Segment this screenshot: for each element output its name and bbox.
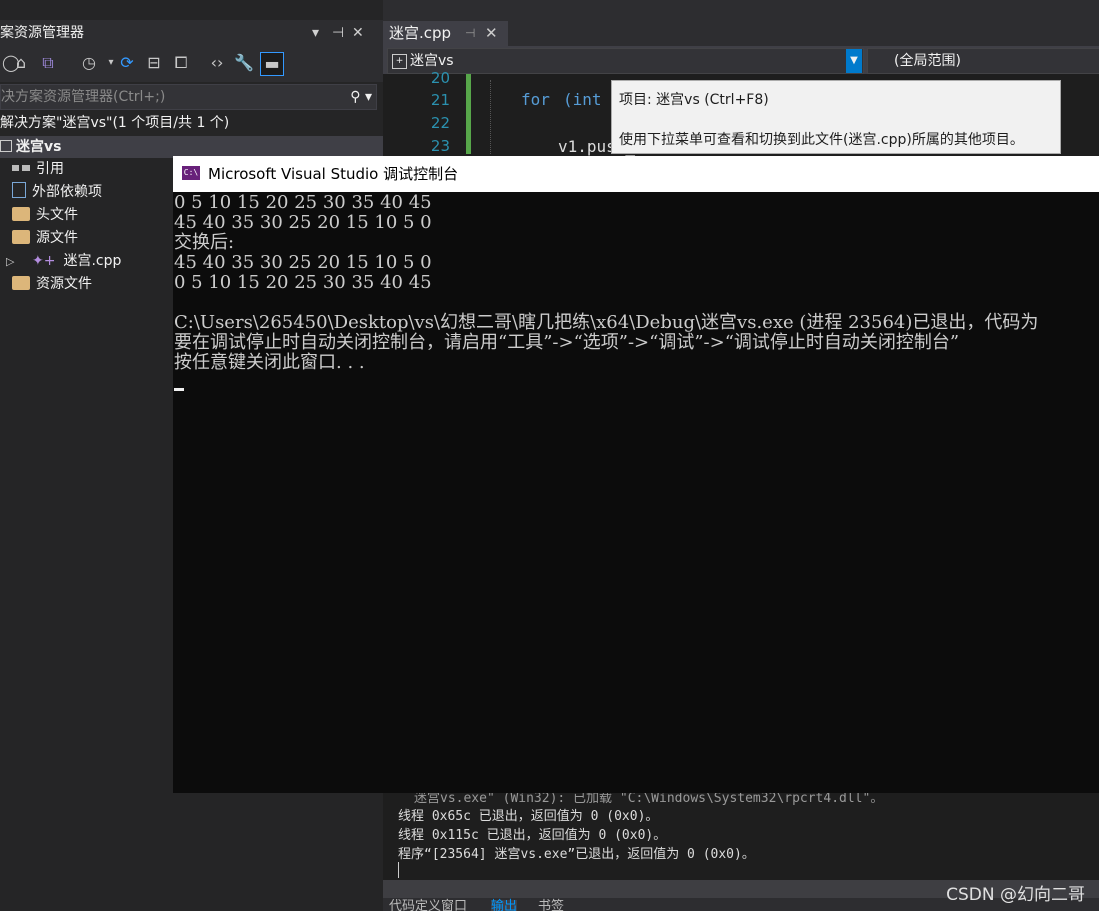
solution-explorer-title: 案资源管理器 — [0, 25, 84, 41]
console-app-icon: C:\ — [182, 166, 200, 180]
tree-item-source-files[interactable]: 源文件 — [12, 227, 78, 249]
solution-explorer-toolbar: ◯ ⌂ ⧉ ◷ ▾ ⟳ ⊟ ⧠ ‹› 🔧 ▬ — [0, 46, 383, 82]
external-dependencies-icon — [12, 182, 26, 198]
line-number: 21 — [430, 91, 450, 109]
tab-output[interactable]: 输出 — [491, 900, 518, 911]
close-icon[interactable]: ✕ — [485, 21, 498, 46]
tooltip-title: 项目: 迷宫vs (Ctrl+F8) — [619, 92, 769, 108]
project-icon — [0, 140, 12, 152]
indent-guide — [490, 80, 492, 154]
close-icon[interactable]: ✕ — [352, 20, 364, 46]
solution-node[interactable]: 解决方案"迷宫vs"(1 个项目/共 1 个) — [0, 112, 383, 134]
tree-item-cpp-file[interactable]: ▷ ✦+ 迷宫.cpp — [6, 250, 121, 272]
tooltip-description: 使用下拉菜单可查看和切换到此文件(迷宫.cpp)所属的其他项目。 — [619, 132, 1024, 148]
text-caret — [398, 862, 399, 878]
output-line: 程序“[23564] 迷宫vs.exe”已退出，返回值为 0 (0x0)。 — [398, 847, 755, 862]
console-line: 要在调试停止时自动关闭控制台，请启用“工具”->“选项”->“调试”->“调试停… — [174, 332, 960, 353]
console-line: 0 5 10 15 20 25 30 35 40 45 — [174, 272, 432, 293]
watermark: CSDN @幻向二哥 — [946, 885, 1085, 905]
tab-file-label: 迷宫.cpp — [389, 24, 452, 42]
tree-item-references[interactable]: 引用 — [12, 158, 64, 180]
project-icon: + — [392, 54, 407, 69]
console-line: 45 40 35 30 25 20 15 10 5 0 — [174, 252, 432, 273]
solution-search-placeholder: 决方案资源管理器(Ctrl+;) — [1, 89, 166, 105]
code-keyword: for — [521, 90, 550, 109]
solution-node-label: 解决方案"迷宫vs"(1 个项目/共 1 个) — [0, 115, 230, 131]
project-dropdown[interactable]: + 迷宫vs — [387, 48, 864, 74]
solution-explorer-title-bar: 案资源管理器 ▾ ⊣ ✕ — [0, 20, 383, 46]
folder-icon — [12, 230, 30, 244]
pin-icon[interactable]: ⊣ — [332, 20, 344, 46]
folder-icon — [12, 207, 30, 221]
tree-item-label: 引用 — [36, 161, 64, 177]
console-cursor — [174, 388, 184, 391]
scope-dropdown-label: (全局范围) — [894, 53, 961, 69]
output-line: 线程 0x65c 已退出，返回值为 0 (0x0)。 — [398, 809, 659, 824]
project-node-label: 迷宫vs — [16, 139, 62, 155]
tree-item-header-files[interactable]: 头文件 — [12, 204, 78, 226]
tree-item-label: 头文件 — [36, 207, 78, 223]
tooltip: 项目: 迷宫vs (Ctrl+F8) 使用下拉菜单可查看和切换到此文件(迷宫.c… — [611, 80, 1061, 154]
folder-icon — [12, 276, 30, 290]
console-title: Microsoft Visual Studio 调试控制台 — [208, 165, 459, 183]
pin-icon[interactable]: ⊣ — [465, 21, 475, 46]
change-marker — [466, 74, 471, 154]
line-number: 22 — [430, 114, 450, 132]
project-node[interactable]: 迷宫vs — [0, 136, 383, 158]
show-all-files-icon[interactable]: ⧠ — [170, 52, 192, 74]
tree-item-label: 迷宫.cpp — [63, 253, 122, 269]
tab-code-definition[interactable]: 代码定义窗口 — [389, 900, 467, 911]
sync-icon[interactable]: ⟳ — [116, 52, 138, 74]
project-dropdown-arrow-icon[interactable]: ▼ — [846, 49, 862, 73]
scope-dropdown[interactable]: (全局范围) — [867, 48, 1099, 74]
console-line: 交换后: — [174, 232, 235, 253]
tree-item-label: 源文件 — [36, 230, 78, 246]
view-code-icon[interactable]: ‹› — [206, 52, 228, 74]
chevron-down-icon[interactable]: ▾ — [312, 20, 319, 46]
home-icon[interactable]: ⌂ — [10, 52, 32, 74]
console-line: 45 40 35 30 25 20 15 10 5 0 — [174, 212, 432, 233]
console-line: C:\Users\265450\Desktop\vs\幻想二哥\瞎几把练\x64… — [174, 312, 1039, 333]
console-line: 按任意键关闭此窗口. . . — [174, 352, 365, 373]
tree-item-label: 外部依赖项 — [32, 184, 102, 200]
solution-search-input[interactable]: 决方案资源管理器(Ctrl+;) ⚲ ▾ — [0, 84, 377, 110]
line-number: 23 — [430, 137, 450, 155]
properties-icon[interactable]: 🔧 — [233, 52, 255, 74]
cpp-file-icon: ✦+ — [32, 253, 56, 269]
references-icon — [12, 165, 30, 171]
line-number: 20 — [430, 69, 450, 87]
preview-icon[interactable]: ▬ — [260, 52, 284, 76]
console-line: 0 5 10 15 20 25 30 35 40 45 — [174, 192, 432, 213]
tab-file[interactable]: 迷宫.cpp ⊣ ✕ — [383, 21, 508, 46]
tab-bookmarks[interactable]: 书签 — [538, 900, 564, 911]
console-title-bar[interactable]: C:\ Microsoft Visual Studio 调试控制台 — [173, 156, 1099, 192]
search-icon[interactable]: ⚲ ▾ — [350, 85, 372, 109]
collapse-all-icon[interactable]: ⊟ — [143, 52, 165, 74]
switch-views-icon[interactable]: ⧉ — [37, 52, 59, 74]
output-line: 线程 0x115c 已退出，返回值为 0 (0x0)。 — [398, 828, 667, 843]
history-icon[interactable]: ◷ — [78, 52, 100, 74]
expand-arrow-icon[interactable]: ▷ — [6, 251, 32, 273]
tree-item-label: 资源文件 — [36, 276, 92, 292]
tree-item-resource-files[interactable]: 资源文件 — [12, 273, 92, 295]
tree-item-external-dependencies[interactable]: 外部依赖项 — [12, 181, 102, 203]
